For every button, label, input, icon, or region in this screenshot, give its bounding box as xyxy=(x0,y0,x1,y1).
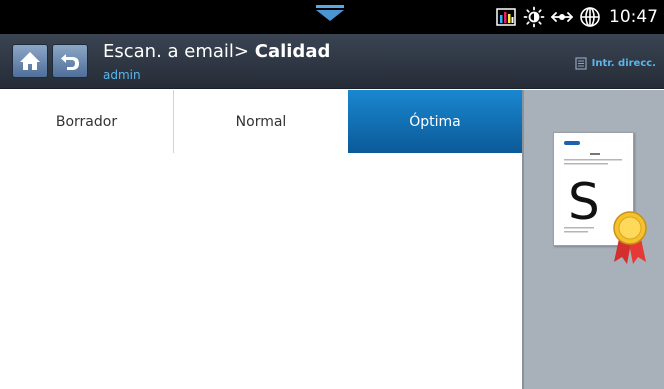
home-icon xyxy=(20,52,40,70)
home-button[interactable] xyxy=(12,44,48,78)
address-book-button[interactable]: Intr. direcc. xyxy=(575,57,656,70)
preview-letter: S xyxy=(568,173,600,231)
globe-icon[interactable] xyxy=(579,6,601,28)
user-name: admin xyxy=(103,68,141,82)
network-icon[interactable] xyxy=(551,6,573,28)
address-book-label: Intr. direcc. xyxy=(591,58,656,69)
preview-panel: S xyxy=(522,90,664,389)
address-book-icon xyxy=(575,57,587,70)
quality-options: Borrador Normal Óptima xyxy=(0,90,522,153)
back-button[interactable] xyxy=(52,44,88,78)
status-icons: 10:47 xyxy=(495,0,658,34)
title-current-section: Calidad xyxy=(254,41,331,62)
content-area xyxy=(0,153,522,389)
option-draft[interactable]: Borrador xyxy=(0,90,174,153)
brightness-icon[interactable] xyxy=(523,6,545,28)
option-best[interactable]: Óptima xyxy=(348,90,522,153)
header-bar: Escan. a email> Calidad admin Intr. dire… xyxy=(0,34,664,89)
page-title: Escan. a email> Calidad xyxy=(103,41,330,62)
status-bar: 10:47 xyxy=(0,0,664,34)
clock: 10:47 xyxy=(609,7,658,27)
notification-pull-down-icon[interactable] xyxy=(313,2,347,24)
back-arrow-icon xyxy=(61,54,79,70)
title-prefix: Escan. a email> xyxy=(103,41,255,62)
toner-level-icon[interactable] xyxy=(495,6,517,28)
option-normal[interactable]: Normal xyxy=(174,90,348,153)
award-ribbon-icon xyxy=(613,211,647,264)
